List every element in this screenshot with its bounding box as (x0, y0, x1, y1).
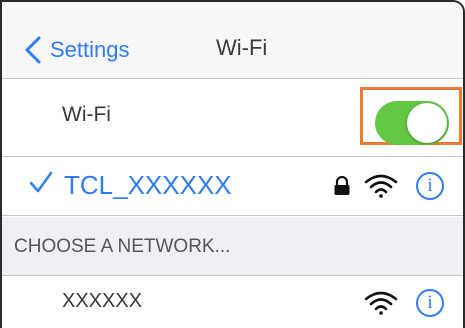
wifi-toggle-label: Wi-Fi (62, 103, 111, 126)
page-title: Wi-Fi (216, 35, 268, 60)
wifi-signal-icon (364, 174, 398, 198)
lock-icon (334, 176, 350, 195)
section-header: CHOOSE A NETWORK... (2, 217, 463, 276)
chevron-left-icon (25, 36, 41, 64)
network-name: XXXXXX (62, 290, 143, 312)
wifi-toggle-row: Wi-Fi (2, 79, 463, 157)
phone-screen: Settings Wi-Fi Wi-Fi TCL_XXXXXX i CHOOSE… (0, 0, 465, 328)
network-list-item[interactable]: XXXXXX i (2, 276, 463, 328)
connected-network-name: TCL_XXXXXX (64, 170, 232, 200)
navigation-bar: Settings Wi-Fi (2, 2, 463, 79)
connected-network-row[interactable]: TCL_XXXXXX i (2, 158, 463, 216)
wifi-toggle-switch[interactable] (375, 101, 449, 145)
back-button[interactable]: Settings (24, 32, 130, 68)
checkmark-icon (29, 171, 53, 193)
section-header-label: CHOOSE A NETWORK... (14, 236, 231, 257)
back-button-label: Settings (50, 37, 130, 62)
info-icon[interactable]: i (416, 289, 444, 317)
info-icon[interactable]: i (416, 172, 444, 200)
wifi-signal-icon (364, 291, 398, 315)
toggle-knob (407, 103, 447, 143)
